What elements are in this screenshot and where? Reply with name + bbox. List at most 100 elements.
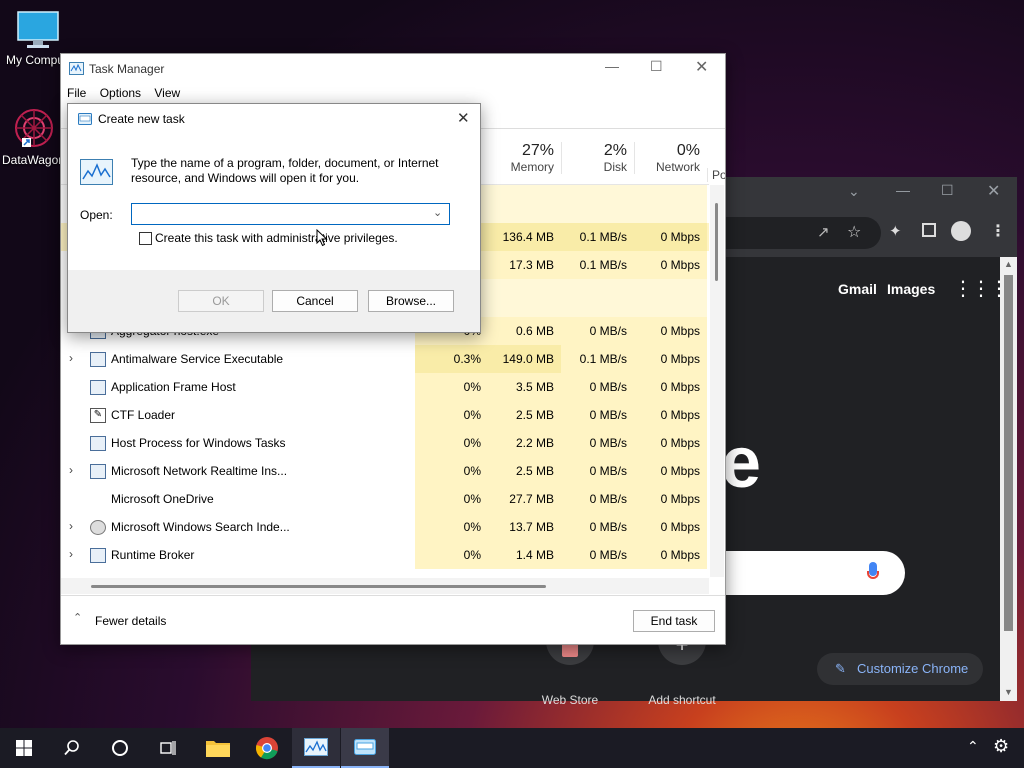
chrome-scrollbar[interactable]: ▲ ▼ [1000, 257, 1017, 701]
maximize-icon[interactable]: ☐ [941, 182, 954, 199]
end-task-button[interactable]: End task [633, 610, 715, 632]
expand-chevron-icon[interactable]: › [69, 519, 73, 533]
table-row[interactable]: Application Frame Host 0% 3.5 MB 0 MB/s … [61, 373, 709, 401]
column-header-memory[interactable]: 27% Memory [488, 142, 561, 174]
network-label: Network [655, 160, 700, 174]
chevron-down-icon[interactable]: ⌄ [848, 183, 860, 200]
apps-grid-icon[interactable]: ⋮⋮⋮ [953, 276, 1009, 301]
menu-view[interactable]: View [154, 86, 180, 100]
vertical-scrollbar[interactable] [710, 185, 724, 577]
cancel-button[interactable]: Cancel [272, 290, 358, 312]
more-menu-icon[interactable]: ⋮ [990, 221, 1006, 241]
table-row[interactable]: ✎ CTF Loader 0% 2.5 MB 0 MB/s 0 Mbps [61, 401, 709, 429]
table-row[interactable]: › Runtime Broker 0% 1.4 MB 0 MB/s 0 Mbps [61, 541, 709, 569]
table-row[interactable]: › Antimalware Service Executable 0.3% 14… [61, 345, 709, 373]
table-row[interactable]: Microsoft OneDrive 0% 27.7 MB 0 MB/s 0 M… [61, 485, 709, 513]
cpu-cell: 0% [415, 541, 488, 569]
folder-icon [206, 741, 230, 757]
customize-chrome-button[interactable]: ✎ Customize Chrome [817, 653, 983, 685]
table-row[interactable]: Host Process for Windows Tasks 0% 2.2 MB… [61, 429, 709, 457]
side-panel-icon[interactable] [922, 223, 936, 237]
disk-label: Disk [603, 160, 627, 174]
create-new-task-dialog[interactable]: Create new task ✕ Type the name of a pro… [67, 103, 481, 333]
cortana-button[interactable] [96, 728, 144, 768]
memory-percent: 27% [521, 142, 554, 159]
network-cell: 0 Mbps [634, 457, 707, 485]
scroll-down-icon[interactable]: ▼ [1004, 687, 1013, 697]
chevron-down-icon[interactable]: ⌄ [433, 206, 442, 219]
expand-chevron-icon[interactable]: › [69, 351, 73, 365]
scroll-up-icon[interactable]: ▲ [1004, 259, 1013, 269]
customize-chrome-label: Customize Chrome [857, 661, 969, 676]
open-combobox[interactable]: ⌄ [131, 203, 450, 225]
close-icon[interactable]: ✕ [987, 181, 1000, 201]
table-row[interactable]: › Microsoft Network Realtime Ins... 0% 2… [61, 457, 709, 485]
task-view-icon [160, 741, 176, 755]
minimize-icon[interactable]: — [605, 58, 619, 74]
fewer-details-link[interactable]: Fewer details [95, 614, 166, 628]
desktop-icon-datawagon[interactable]: DataWagon [2, 106, 66, 167]
memory-cell: 2.2 MB [488, 429, 561, 457]
share-icon[interactable]: ↗ [817, 223, 830, 241]
chevron-up-icon[interactable]: ⌃ [73, 611, 82, 624]
close-icon[interactable]: ✕ [457, 109, 470, 127]
network-cell: 0 Mbps [634, 317, 707, 345]
scrollbar-thumb[interactable] [91, 585, 546, 588]
column-header-disk[interactable]: 2% Disk [561, 142, 634, 174]
close-icon[interactable]: ✕ [695, 57, 708, 77]
browse-button[interactable]: Browse... [368, 290, 454, 312]
profile-icon[interactable] [951, 221, 971, 241]
extensions-icon[interactable]: ✦ [889, 222, 902, 240]
expand-chevron-icon[interactable]: › [69, 463, 73, 477]
memory-cell: 1.4 MB [488, 541, 561, 569]
footer: ⌃ Fewer details End task [61, 595, 725, 645]
admin-checkbox-label[interactable]: Create this task with administrative pri… [155, 231, 398, 245]
table-row[interactable]: › Microsoft Windows Search Inde... 0% 13… [61, 513, 709, 541]
network-cell: 0 Mbps [634, 541, 707, 569]
menu-file[interactable]: File [67, 86, 86, 100]
horizontal-scrollbar[interactable] [61, 578, 709, 594]
microphone-stand-icon [867, 571, 879, 579]
network-cell: 0 Mbps [634, 401, 707, 429]
maximize-icon[interactable]: ☐ [650, 58, 663, 75]
dialog-button-bar: OK Cancel Browse... [68, 270, 480, 332]
start-button[interactable] [0, 728, 48, 768]
images-link[interactable]: Images [887, 281, 935, 297]
bookmark-star-icon[interactable]: ☆ [847, 222, 861, 242]
menu-bar: File Options View [67, 86, 190, 100]
process-name: Antimalware Service Executable [111, 352, 284, 366]
menu-options[interactable]: Options [100, 86, 141, 100]
disk-cell: 0.1 MB/s [561, 345, 634, 373]
network-cell: 0 Mbps [634, 485, 707, 513]
network-cell: 0 Mbps [634, 429, 707, 457]
settings-gear-icon[interactable]: ⚙ [993, 736, 1009, 757]
show-hidden-icons-chevron-icon[interactable]: ⌃ [967, 738, 979, 755]
network-cell: 0 Mbps [634, 251, 707, 279]
memory-cell: 17.3 MB [488, 251, 561, 279]
disk-cell: 0 MB/s [561, 429, 634, 457]
column-header-power[interactable]: Po [707, 168, 725, 182]
network-cell: 0 Mbps [634, 373, 707, 401]
scrollbar-thumb[interactable] [1004, 275, 1013, 631]
task-manager-taskbar-button[interactable] [292, 728, 340, 768]
minimize-icon[interactable]: — [896, 182, 910, 198]
column-header-network[interactable]: 0% Network [634, 142, 707, 174]
process-name: Host Process for Windows Tasks [111, 436, 286, 450]
disk-cell: 0 MB/s [561, 541, 634, 569]
windows-logo-icon [16, 740, 32, 756]
scrollbar-thumb[interactable] [715, 203, 718, 281]
chrome-taskbar-button[interactable] [243, 728, 291, 768]
cpu-cell: 0.3% [415, 345, 488, 373]
file-explorer-button[interactable] [194, 728, 242, 768]
cpu-cell: 0% [415, 485, 488, 513]
search-button[interactable] [48, 728, 96, 768]
expand-chevron-icon[interactable]: › [69, 547, 73, 561]
open-input[interactable] [134, 206, 428, 222]
gmail-link[interactable]: Gmail [838, 281, 877, 297]
task-view-button[interactable] [144, 728, 192, 768]
open-label: Open: [80, 208, 113, 222]
ok-button[interactable]: OK [178, 290, 264, 312]
run-taskbar-button[interactable] [341, 728, 389, 768]
admin-checkbox[interactable] [139, 232, 152, 245]
disk-cell: 0.1 MB/s [561, 251, 634, 279]
